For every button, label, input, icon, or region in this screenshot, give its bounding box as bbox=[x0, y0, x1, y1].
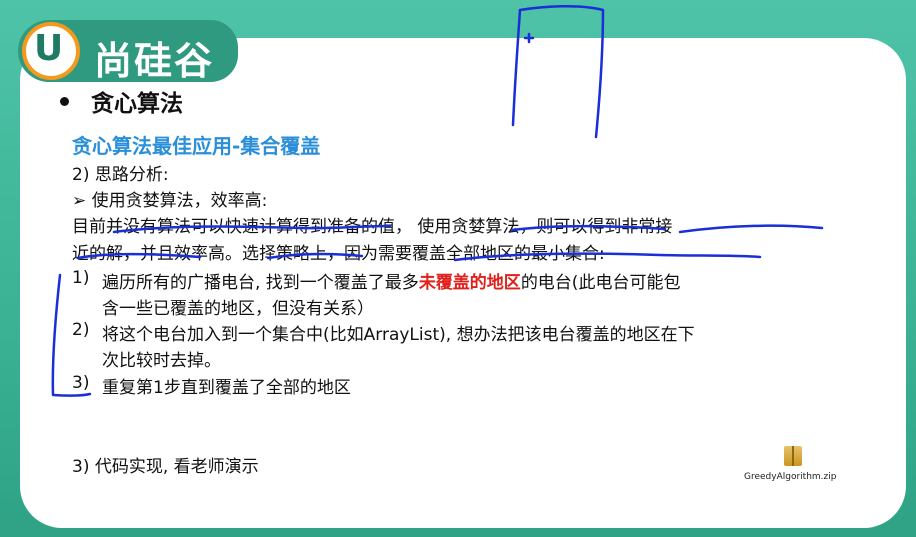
ink-underline bbox=[510, 224, 667, 232]
slide: U 尚硅谷 贪心算法 贪心算法最佳应用-集合覆盖 2) 思路分析: ➢ 使用贪婪… bbox=[0, 0, 916, 537]
ink-bracket-stroke bbox=[518, 5, 605, 139]
ink-side-bracket bbox=[51, 273, 92, 397]
ink-bracket-stroke bbox=[511, 8, 522, 127]
ink-underline bbox=[453, 252, 762, 262]
ink-underline bbox=[76, 252, 202, 260]
ink-underline bbox=[678, 224, 824, 234]
ink-underline bbox=[112, 224, 392, 234]
handwritten-annotations bbox=[51, 5, 824, 397]
ink-underline bbox=[266, 252, 364, 260]
ink-plus-mark bbox=[523, 32, 535, 44]
